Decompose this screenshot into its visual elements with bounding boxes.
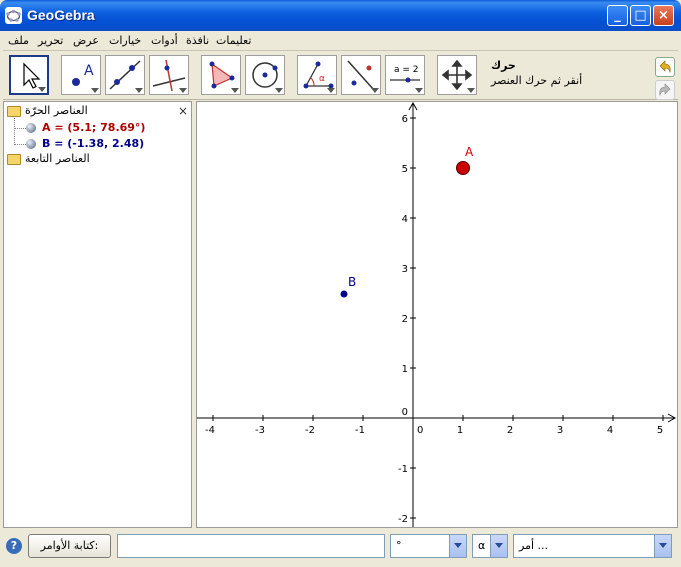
x-tick-label: 2 [507,425,513,436]
angle-tool-button[interactable]: α [297,55,337,95]
y-tick-label: 3 [402,264,408,275]
y-tick-label: 5 [402,164,408,175]
circle-tool-button[interactable] [245,55,285,95]
point-tool-button[interactable]: A [61,55,101,95]
toolbar: A α a = 2 حرك أنقر ثم حرك العنصر [3,52,678,100]
close-button[interactable]: × [653,5,674,26]
help-icon[interactable]: ? [6,538,22,554]
point-b[interactable] [340,290,348,298]
symbol-combo-value: ° [396,539,402,552]
x-tick-label: 4 [607,425,613,436]
algebra-item-a[interactable]: A = (5.1; 78.69°) [42,121,145,134]
input-help-button[interactable]: كتابة الأوامر: [28,534,111,558]
command-combo[interactable]: أمر ... [513,534,672,558]
move-view-tool-button[interactable] [437,55,477,95]
menu-file[interactable]: ملف [8,34,29,47]
x-tick-label: 1 [457,425,463,436]
point-label-a: A [465,145,474,159]
y-tick-label: -1 [398,464,408,475]
command-combo-value: أمر ... [519,539,549,552]
folder-icon [7,154,21,165]
undo-button[interactable] [655,57,675,77]
x-tick-label: 5 [657,425,663,436]
slider-icon-label: a = 2 [394,65,419,75]
redo-icon [659,83,671,97]
chevron-down-icon[interactable] [654,535,671,557]
y-tick-label: 2 [402,314,408,325]
active-tool-title: حرك [491,59,516,72]
greek-combo[interactable]: α [472,534,508,558]
y-tick-label: -2 [398,514,408,525]
point-a[interactable] [456,161,470,175]
x-tick-label: 3 [557,425,563,436]
axes [197,102,677,527]
chevron-down-icon[interactable] [449,535,466,557]
free-objects-label[interactable]: العناصر الحرّة [25,104,88,117]
algebra-item-b[interactable]: B = (-1.38, 2.48) [42,137,144,150]
folder-icon [7,106,21,117]
y-tick-label: 1 [402,364,408,375]
move-tool-button[interactable] [9,55,49,95]
command-input[interactable] [117,534,385,558]
x-tick-label: 0 [417,425,423,436]
point-icon-label: A [84,63,94,79]
minimize-button[interactable]: _ [607,5,628,26]
coordinate-plane[interactable]: -4 -3 -2 -1 0 1 2 3 4 5 6 5 4 3 2 1 0 -1 -2 A B [197,102,677,527]
greek-combo-value: α [478,539,486,552]
dependent-objects-label[interactable]: العناصر التابعة [25,152,90,165]
window-title: GeoGebra [27,7,95,23]
redo-button[interactable] [655,80,675,100]
reflect-tool-button[interactable] [341,55,381,95]
x-tick-label: -1 [355,425,365,436]
y-tick-label: 4 [402,214,408,225]
x-tick-label: -4 [205,425,215,436]
x-tick-label: -3 [255,425,265,436]
y-tick-label: 6 [402,114,408,125]
input-bar: ? كتابة الأوامر: ° α أمر ... [0,529,681,567]
chevron-down-icon[interactable] [490,535,507,557]
slider-tool-button[interactable]: a = 2 [385,55,425,95]
symbol-combo[interactable]: ° [390,534,467,558]
menu-options[interactable]: خيارات [109,34,141,47]
active-tool-help: أنقر ثم حرك العنصر [491,74,583,87]
visibility-toggle-icon[interactable] [26,139,36,149]
perpendicular-tool-button[interactable] [149,55,189,95]
angle-icon-label: α [319,74,325,84]
menu-tools[interactable]: أدوات [151,34,178,47]
y-tick-label: 0 [402,407,408,418]
graphics-view[interactable]: -4 -3 -2 -1 0 1 2 3 4 5 6 5 4 3 2 1 0 -1 -2 A B [196,101,678,528]
geogebra-logo-icon [5,7,22,24]
algebra-close-icon[interactable]: × [178,104,188,118]
title-bar: GeoGebra _ □ × [0,0,681,31]
visibility-toggle-icon[interactable] [26,123,36,133]
algebra-view: × العناصر الحرّة A = (5.1; 78.69°) B = (… [3,101,192,528]
menu-view[interactable]: عرض [73,34,99,47]
menu-help[interactable]: تعليمات [216,34,251,47]
undo-icon [659,60,671,74]
maximize-button[interactable]: □ [630,5,651,26]
line-tool-button[interactable] [105,55,145,95]
menu-edit[interactable]: تحرير [38,34,63,47]
menu-bar: ملف تحرير عرض خيارات أدوات نافذة تعليمات [3,31,678,51]
x-tick-label: -2 [305,425,315,436]
point-label-b: B [348,275,356,289]
polygon-tool-button[interactable] [201,55,241,95]
menu-window[interactable]: نافذة [186,34,209,47]
